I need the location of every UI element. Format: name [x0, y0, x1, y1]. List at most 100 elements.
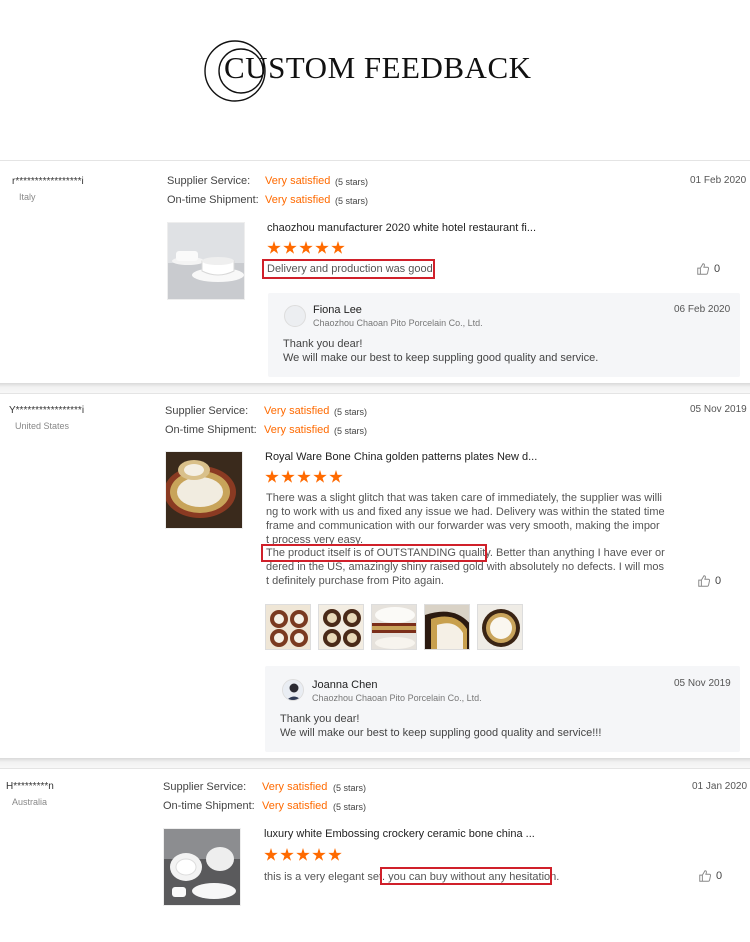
star-icon [312, 848, 326, 861]
product-rating-stars [264, 848, 342, 862]
star-icon [280, 848, 294, 861]
plates-photo [266, 605, 310, 649]
on-time-shipment-value: Very satisfied [264, 424, 330, 436]
tableware-image [164, 829, 240, 905]
avatar [284, 305, 306, 327]
supplier-service-label: Supplier Service: [167, 175, 251, 187]
reply-date: 05 Nov 2019 [674, 678, 731, 689]
like-button[interactable]: 0 [698, 869, 722, 883]
reply-line-1: Thank you dear! [280, 713, 360, 725]
review-text: this is a very elegant set. you can buy … [264, 870, 559, 884]
product-thumbnail[interactable] [165, 451, 243, 529]
star-icon [299, 241, 313, 254]
on-time-shipment-stars: (5 stars) [335, 196, 369, 206]
gallery-image[interactable] [318, 604, 364, 650]
reply-company: Chaozhou Chaoan Pito Porcelain Co., Ltd. [312, 693, 482, 703]
supplier-service-stars: (5 stars) [335, 177, 369, 187]
page-title: CUSTOM FEEDBACK [224, 50, 532, 85]
like-button[interactable]: 0 [697, 574, 721, 588]
supplier-service-label: Supplier Service: [165, 405, 249, 417]
supplier-service-stars: (5 stars) [333, 783, 367, 793]
reply-line-2: We will make our best to keep suppling g… [280, 727, 602, 739]
card-separator [0, 383, 750, 393]
supplier-service-label: Supplier Service: [163, 781, 247, 793]
product-title[interactable]: Royal Ware Bone China golden patterns pl… [265, 451, 550, 463]
review-text-part: this is a very elegant set. [264, 871, 386, 883]
supplier-service-value: Very satisfied [262, 781, 328, 793]
star-icon [315, 241, 329, 254]
star-icon [297, 470, 311, 483]
supplier-service-stars: (5 stars) [334, 407, 368, 417]
reply-name: Joanna Chen [312, 679, 378, 691]
supplier-reply: Joanna Chen Chaozhou Chaoan Pito Porcela… [265, 666, 740, 752]
star-icon [264, 848, 278, 861]
on-time-shipment-stars: (5 stars) [334, 426, 368, 436]
avatar [282, 679, 304, 701]
on-time-shipment-value: Very satisfied [262, 800, 328, 812]
reply-line-2: We will make our best to keep suppling g… [283, 352, 599, 364]
star-icon [281, 470, 295, 483]
product-thumbnail[interactable] [167, 222, 245, 300]
plates-photo [319, 605, 363, 649]
star-icon [331, 241, 345, 254]
gallery-image[interactable] [424, 604, 470, 650]
review-card: H*********n Australia Supplier Service: … [0, 768, 750, 942]
buyer-name: H*********n [6, 781, 54, 792]
like-button[interactable]: 0 [696, 262, 720, 276]
review-line: The product itself is of OUTSTANDING qua… [266, 547, 665, 559]
buyer-name: Y*****************i [9, 405, 85, 416]
star-icon [283, 241, 297, 254]
card-separator [0, 758, 750, 768]
supplier-reply: Fiona Lee Chaozhou Chaoan Pito Porcelain… [268, 293, 740, 377]
review-line: There was a slight glitch that was taken… [266, 492, 662, 504]
review-line: dered in the US, amazingly shiny raised … [266, 561, 665, 573]
gallery-image[interactable] [371, 604, 417, 650]
plates-photo [478, 605, 522, 649]
on-time-shipment-stars: (5 stars) [333, 802, 367, 812]
plates-photo [425, 605, 469, 649]
reply-line-1: Thank you dear! [283, 338, 363, 350]
plate-image [166, 452, 242, 528]
product-title[interactable]: luxury white Embossing crockery ceramic … [264, 828, 544, 840]
buyer-name: r*****************i [12, 176, 84, 187]
review-text: Delivery and production was good [267, 263, 433, 275]
star-icon [313, 470, 327, 483]
thumbs-up-icon [699, 870, 712, 882]
review-line: t process very easy. [266, 534, 363, 546]
product-thumbnail[interactable] [163, 828, 241, 906]
review-card: r*****************i Italy Supplier Servi… [0, 160, 750, 383]
on-time-shipment-label: On-time Shipment: [167, 194, 259, 206]
product-rating-stars [265, 470, 343, 484]
star-icon [265, 470, 279, 483]
supplier-service-value: Very satisfied [265, 175, 331, 187]
reply-company: Chaozhou Chaoan Pito Porcelain Co., Ltd. [313, 318, 483, 328]
star-icon [328, 848, 342, 861]
like-count: 0 [716, 870, 723, 882]
review-line: t definitely purchase from Pito again. [266, 575, 444, 587]
star-icon [329, 470, 343, 483]
gallery-image[interactable] [265, 604, 311, 650]
review-text: There was a slight glitch that was taken… [266, 491, 665, 588]
review-line: frame and communication with our forward… [266, 520, 660, 532]
review-date: 01 Jan 2020 [692, 781, 748, 792]
on-time-shipment-label: On-time Shipment: [163, 800, 255, 812]
buyer-country: Australia [12, 797, 48, 807]
review-card: Y*****************i United States Suppli… [0, 393, 750, 758]
gallery-image[interactable] [477, 604, 523, 650]
review-text-highlighted: you can buy without any hesitation. [388, 871, 560, 883]
review-date: 01 Feb 2020 [690, 175, 747, 186]
thumbs-up-icon [697, 263, 710, 275]
review-line: ng to work with us and fixed any issue w… [266, 506, 665, 518]
star-icon [267, 241, 281, 254]
buyer-country: Italy [19, 192, 36, 202]
supplier-service-value: Very satisfied [264, 405, 330, 417]
teacup-image [168, 223, 244, 299]
person-icon [283, 680, 303, 700]
reply-date: 06 Feb 2020 [674, 304, 731, 315]
like-count: 0 [715, 575, 722, 587]
on-time-shipment-label: On-time Shipment: [165, 424, 257, 436]
product-title[interactable]: chaozhou manufacturer 2020 white hotel r… [267, 222, 547, 234]
page-header: CUSTOM FEEDBACK [0, 0, 750, 150]
star-icon [296, 848, 310, 861]
plates-photo [372, 605, 416, 649]
